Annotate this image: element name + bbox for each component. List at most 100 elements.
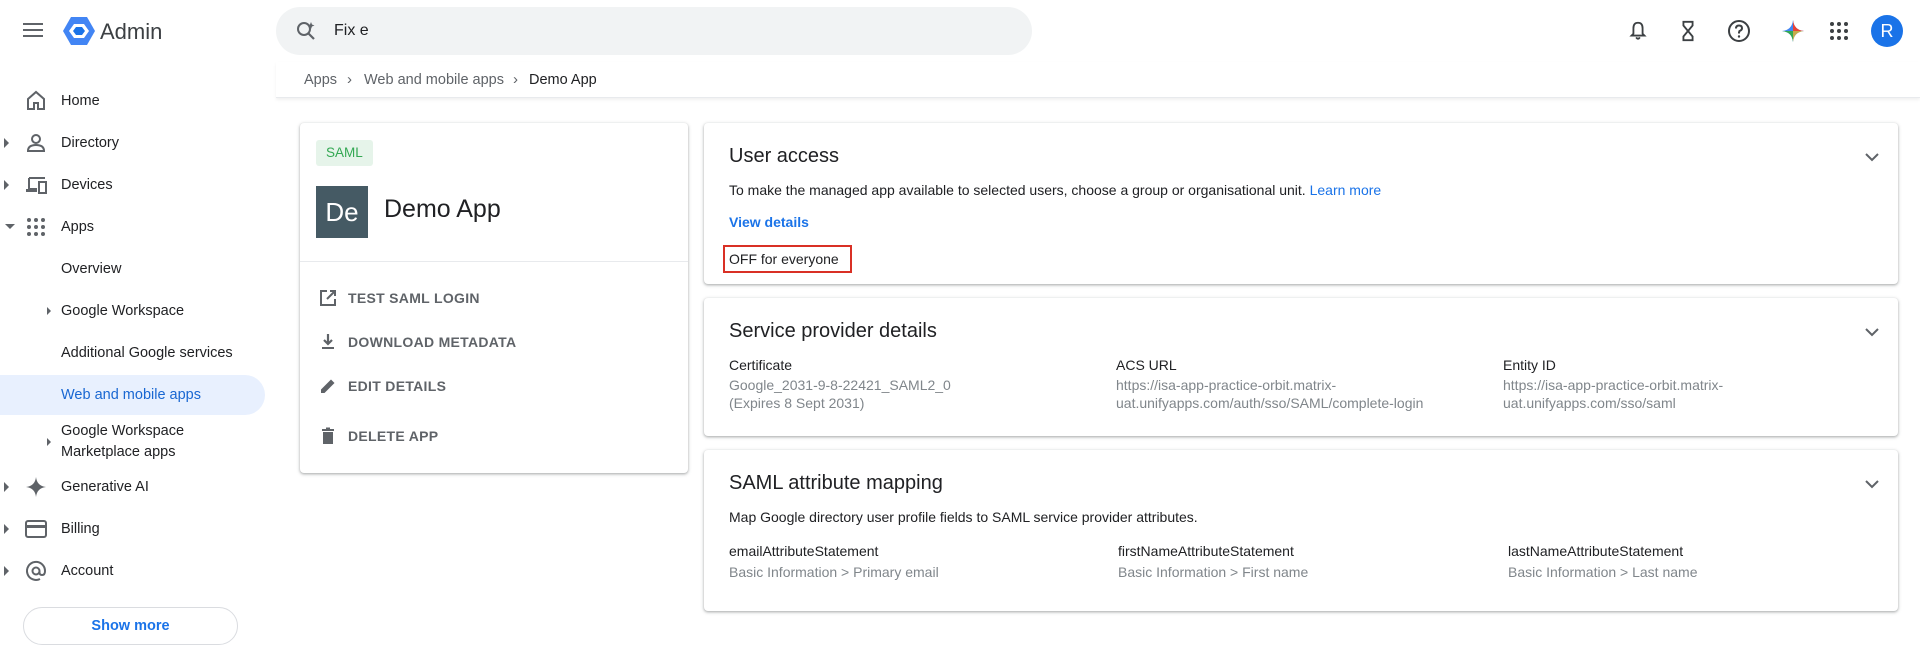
hourglass-icon[interactable] [1674,17,1702,45]
breadcrumb-separator: › [513,71,518,88]
breadcrumb-web-and-mobile-apps[interactable]: Web and mobile apps [364,72,504,88]
saml-attribute-mapping-panel[interactable]: SAML attribute mapping Map Google direct… [704,450,1898,611]
action-label: DELETE APP [348,428,439,444]
at-sign-icon [26,560,47,581]
expand-caret-icon[interactable] [4,482,9,492]
search-icon[interactable] [294,19,318,43]
expand-caret-icon[interactable] [47,438,51,446]
acs-url-value: https://isa-app-practice-orbit.matrix- u… [1116,376,1423,412]
expand-caret-icon[interactable] [4,180,9,190]
sidebar-item-label: Generative AI [61,479,149,495]
saml-badge: SAML [316,140,373,166]
divider [300,261,688,262]
breadcrumb: Apps › Web and mobile apps › Demo App [276,62,1920,98]
panel-description: To make the managed app available to sel… [729,182,1381,198]
sidebar-item-generative-ai[interactable]: Generative AI [0,467,265,507]
sparkle-icon [26,477,46,497]
expand-caret-icon[interactable] [47,307,51,315]
trash-icon [322,427,334,444]
field-label: Certificate [729,357,793,373]
expand-caret-icon[interactable] [4,524,9,534]
view-details-link[interactable]: View details [729,214,809,230]
download-metadata-button[interactable]: DOWNLOAD METADATA [318,330,516,354]
service-provider-panel[interactable]: Service provider details Certificate Goo… [704,298,1898,436]
open-in-new-icon [320,290,336,306]
value-line: uat.unifyapps.com/auth/sso/SAML/complete… [1116,395,1424,411]
value-line: uat.unifyapps.com/sso/saml [1503,395,1676,411]
description-text: To make the managed app available to sel… [729,182,1306,198]
sidebar-item-home[interactable]: Home [0,81,265,121]
apps-grid-icon[interactable] [1825,17,1853,45]
home-icon [27,90,45,110]
action-label: TEST SAML LOGIN [348,290,480,306]
credit-card-icon [25,520,47,538]
bell-icon[interactable] [1624,17,1652,45]
sidebar-item-label: Directory [61,135,120,151]
learn-more-link[interactable]: Learn more [1310,182,1382,198]
avatar[interactable]: R [1871,15,1903,47]
sidebar-item-apps[interactable]: Apps [0,207,265,247]
sidebar-item-directory[interactable]: Directory [0,123,265,163]
sidebar-item-billing[interactable]: Billing [0,509,265,549]
gemini-icon[interactable] [1779,17,1807,45]
devices-icon [26,177,47,194]
field-value: Basic Information > First name [1118,564,1309,580]
breadcrumb-separator: › [347,71,352,88]
value-line: https://isa-app-practice-orbit.matrix- [1116,377,1337,393]
sidebar-item-label: Billing [61,521,100,537]
sidebar-item-label: Home [61,93,100,109]
entity-id-value: https://isa-app-practice-orbit.matrix- u… [1503,376,1723,412]
breadcrumb-current: Demo App [529,72,597,88]
chevron-down-icon[interactable] [1860,320,1884,344]
panel-title: SAML attribute mapping [729,472,943,494]
sidebar-item-marketplace-apps[interactable]: Google Workspace Marketplace apps [0,420,265,464]
app-summary-card: SAML De Demo App TEST SAML LOGIN DOWNLOA… [300,123,688,473]
person-icon [26,134,46,152]
field-label: firstNameAttributeStatement [1118,543,1294,559]
panel-description: Map Google directory user profile fields… [729,509,1198,525]
expand-caret-icon[interactable] [4,566,9,576]
show-more-button[interactable]: Show more [23,607,238,645]
field-value: Basic Information > Last name [1508,564,1698,580]
sidebar-item-label: Web and mobile apps [61,387,201,403]
delete-app-button[interactable]: DELETE APP [318,424,438,448]
field-value: Basic Information > Primary email [729,564,939,580]
sidebar-item-overview[interactable]: Overview [0,249,265,289]
action-label: EDIT DETAILS [348,378,447,394]
sidebar-item-additional-google-services[interactable]: Additional Google services [0,333,265,373]
certificate-value: Google_2031-9-8-22421_SAML2_0 (Expires 8… [729,376,951,412]
admin-logo-icon[interactable] [63,16,95,46]
sidebar-item-label: Additional Google services [61,345,233,361]
panel-title: User access [729,145,840,167]
chevron-down-icon[interactable] [1860,472,1884,496]
field-label: lastNameAttributeStatement [1508,543,1684,559]
user-access-panel[interactable]: User access To make the managed app avai… [704,123,1898,284]
app-title: Demo App [384,195,501,223]
help-icon[interactable] [1725,17,1753,45]
value-line: https://isa-app-practice-orbit.matrix- [1503,377,1724,393]
field-label: emailAttributeStatement [729,543,879,559]
value-line: Google_2031-9-8-22421_SAML2_0 [729,377,951,393]
sidebar-item-web-and-mobile-apps[interactable]: Web and mobile apps [0,375,265,415]
action-label: DOWNLOAD METADATA [348,334,517,350]
chevron-down-icon[interactable] [1860,145,1884,169]
app-name[interactable]: Admin [100,19,162,45]
sidebar-item-account[interactable]: Account [0,551,265,591]
apps-icon [27,218,45,236]
edit-details-button[interactable]: EDIT DETAILS [318,374,446,398]
access-status: OFF for everyone [723,245,852,273]
collapse-caret-icon[interactable] [5,224,15,229]
panel-title: Service provider details [729,320,937,342]
download-icon [322,334,334,349]
menu-icon[interactable] [20,19,46,43]
sidebar-item-devices[interactable]: Devices [0,165,265,205]
pencil-icon [321,379,335,393]
expand-caret-icon[interactable] [4,138,9,148]
breadcrumb-apps[interactable]: Apps [304,72,337,88]
search-bar[interactable] [276,7,1032,55]
field-label: ACS URL [1116,357,1177,373]
test-saml-login-button[interactable]: TEST SAML LOGIN [318,286,480,310]
search-input[interactable] [334,15,994,47]
sidebar-item-google-workspace[interactable]: Google Workspace [0,291,265,331]
top-bar: Admin R [0,0,1920,62]
